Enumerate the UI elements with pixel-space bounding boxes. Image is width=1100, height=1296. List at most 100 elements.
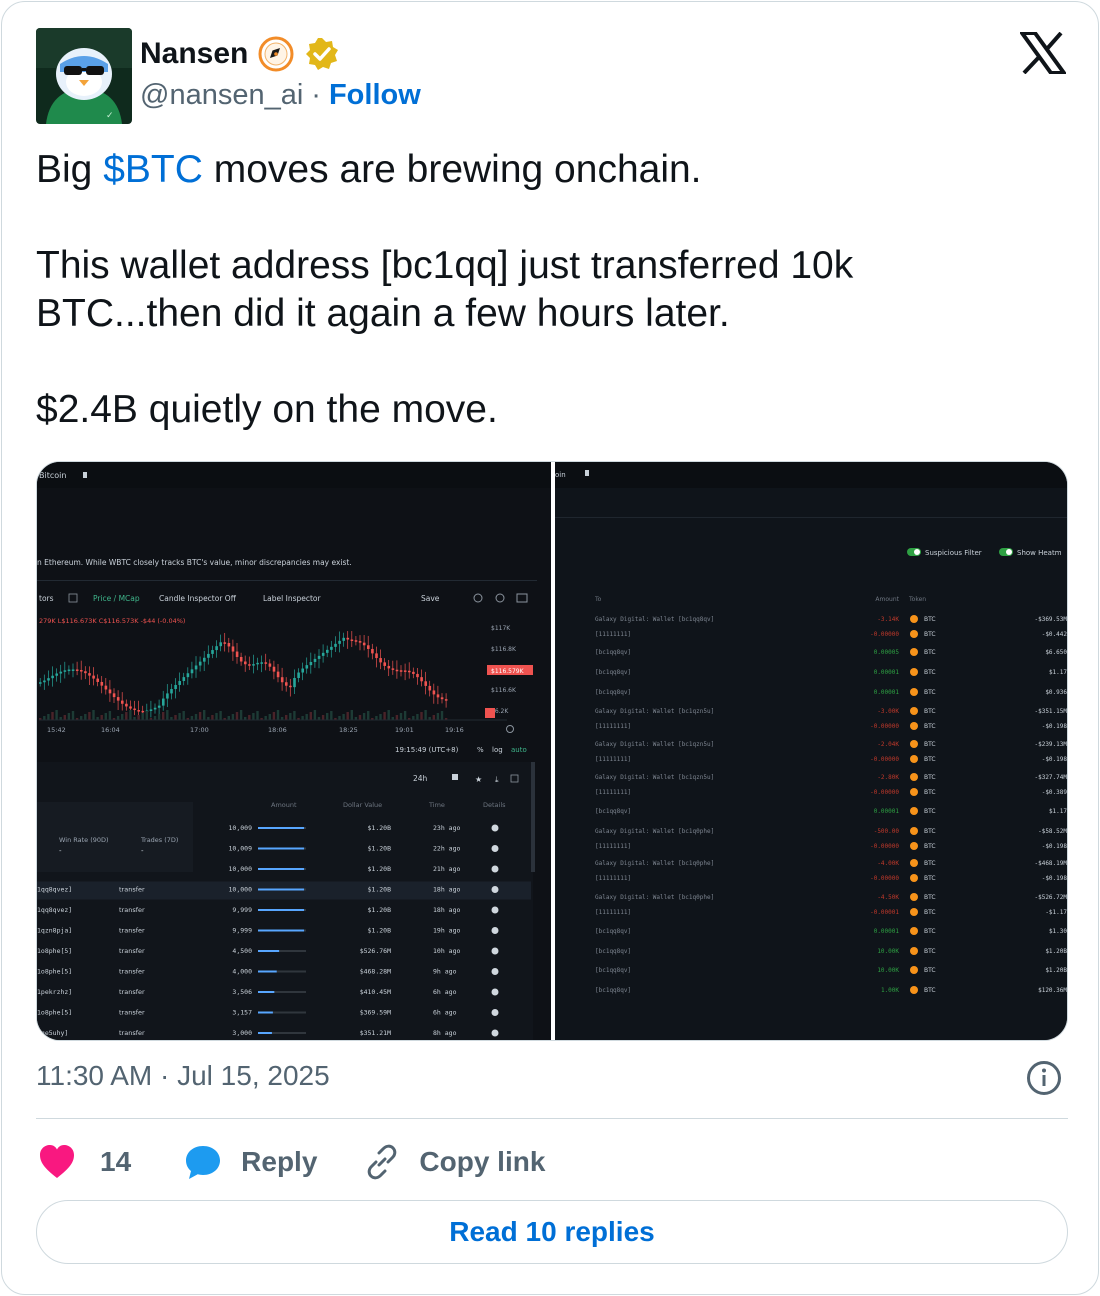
right-row-token: BTC: [924, 875, 936, 882]
avatar[interactable]: ✓: [36, 28, 132, 124]
right-col-header-amount: Amount: [875, 596, 899, 603]
left-row-value: $1.20B: [368, 845, 392, 853]
volume-bar: [121, 714, 124, 720]
btc-icon: [910, 874, 918, 882]
volume-bar: [178, 713, 181, 720]
btc-icon: [910, 842, 918, 850]
btc-icon: [910, 707, 918, 715]
tweet-media[interactable]: Bitcoin n Ethereum. While WBTC closely tr…: [36, 461, 1068, 1041]
right-row-amount: -0.00001: [870, 909, 899, 916]
left-toolbar-item: Save: [421, 594, 440, 603]
read-replies-button[interactable]: Read 10 replies: [36, 1200, 1068, 1264]
btc-icon: [910, 755, 918, 763]
left-row-time: 18h ago: [433, 886, 460, 894]
price-axis-label: $116.579K: [491, 668, 525, 675]
download-icon: ⤓: [495, 775, 499, 784]
candle-body: [436, 694, 440, 698]
volume-bar: [55, 710, 58, 720]
candle-body: [190, 669, 194, 674]
tweet-text: Big $BTC moves are brewing onchain. This…: [36, 146, 1066, 434]
candle-body: [75, 669, 79, 671]
candle-body: [182, 677, 186, 682]
left-row-addr: 1pekrzhz]: [37, 988, 72, 996]
cashtag-link[interactable]: $BTC: [103, 148, 203, 191]
x-logo-icon[interactable]: [1020, 32, 1066, 74]
candle-body: [121, 700, 124, 704]
right-row-to: Galaxy Digital: Wallet [bc1q0phe]: [595, 894, 714, 901]
left-row-detail-icon: [491, 988, 499, 996]
candle-body: [129, 706, 132, 709]
candle-body: [80, 670, 83, 672]
left-row-amount: 10,009: [229, 845, 253, 853]
right-row-amount: -4.00K: [877, 860, 899, 867]
tweet-paragraph-3: $2.4B quietly on the move.: [36, 388, 498, 431]
volume-bar: [51, 712, 54, 720]
candle-body: [116, 697, 120, 701]
btc-icon: [910, 668, 918, 676]
volume-bar: [326, 713, 329, 720]
right-row-value: -$0.198: [1042, 723, 1068, 730]
right-title-dot: [585, 470, 589, 476]
left-row-addr: 1o8phe[5]: [37, 968, 72, 976]
right-row-token: BTC: [924, 756, 936, 763]
time-axis-label: 16:04: [101, 726, 120, 734]
like-button[interactable]: 14: [36, 1142, 131, 1182]
right-row-amount: -0.00000: [870, 789, 899, 796]
candle-body: [88, 673, 91, 676]
right-row-to: Galaxy Digital: Wallet [bc1qzn5u]: [595, 708, 714, 715]
right-col-header-token: Token: [908, 596, 926, 603]
reply-button[interactable]: Reply: [183, 1142, 317, 1182]
volume-bar: [153, 716, 157, 720]
left-row-type: transfer: [119, 927, 145, 935]
btc-icon: [910, 859, 918, 867]
scale-percent: %: [477, 746, 484, 754]
candle-body: [338, 640, 341, 644]
volume-bar: [412, 716, 415, 720]
volume-bar: [104, 713, 107, 720]
candle-body: [297, 672, 300, 678]
btc-icon: [910, 947, 918, 955]
follow-button[interactable]: Follow: [329, 79, 421, 112]
candle-body: [39, 682, 42, 684]
display-name[interactable]: Nansen: [140, 37, 248, 71]
tweet-timestamp[interactable]: 11:30 AM · Jul 15, 2025: [36, 1058, 330, 1094]
left-row-bar: [258, 950, 280, 952]
right-title: oin: [555, 471, 566, 479]
right-row-value: $1.17: [1049, 808, 1067, 815]
candle-body: [153, 707, 157, 710]
divider: [36, 1118, 1068, 1119]
btc-icon: [910, 773, 918, 781]
candle-body: [358, 641, 362, 643]
right-row-token: BTC: [924, 928, 936, 935]
volume-bar: [420, 712, 423, 720]
left-row-time: 8h ago: [433, 1029, 457, 1037]
time-axis-label: 17:00: [190, 726, 209, 734]
left-row-addr: 1qq8qvez]: [37, 886, 72, 894]
info-icon[interactable]: [1026, 1060, 1062, 1096]
candle-body: [141, 710, 145, 713]
right-title-bar: [555, 462, 1067, 488]
volume-bar: [203, 710, 206, 720]
candle-body: [203, 657, 206, 662]
volume-bar: [100, 715, 103, 720]
candle-body: [67, 669, 71, 672]
left-row-value: $1.20B: [368, 927, 392, 935]
volume-bar: [174, 715, 177, 720]
left-row-detail-icon: [491, 824, 499, 832]
price-axis-label: $116.6K: [491, 687, 517, 694]
reply-label: Reply: [241, 1146, 318, 1177]
handle-row: @nansen_ai · Follow: [140, 76, 421, 114]
copy-link-button[interactable]: Copy link: [363, 1143, 545, 1181]
right-row-amount: -0.00000: [870, 843, 899, 850]
candle-body: [330, 646, 333, 650]
volume-bar: [416, 714, 419, 720]
right-row-amount: -2.80K: [877, 774, 899, 781]
right-row-token: BTC: [924, 860, 936, 867]
volume-bar: [330, 711, 333, 720]
right-row-amount: -0.00000: [870, 875, 899, 882]
handle[interactable]: @nansen_ai: [140, 79, 303, 112]
btc-icon: [910, 788, 918, 796]
candle-body: [256, 662, 259, 665]
volume-bar: [108, 711, 112, 720]
volume-bar: [182, 711, 185, 720]
